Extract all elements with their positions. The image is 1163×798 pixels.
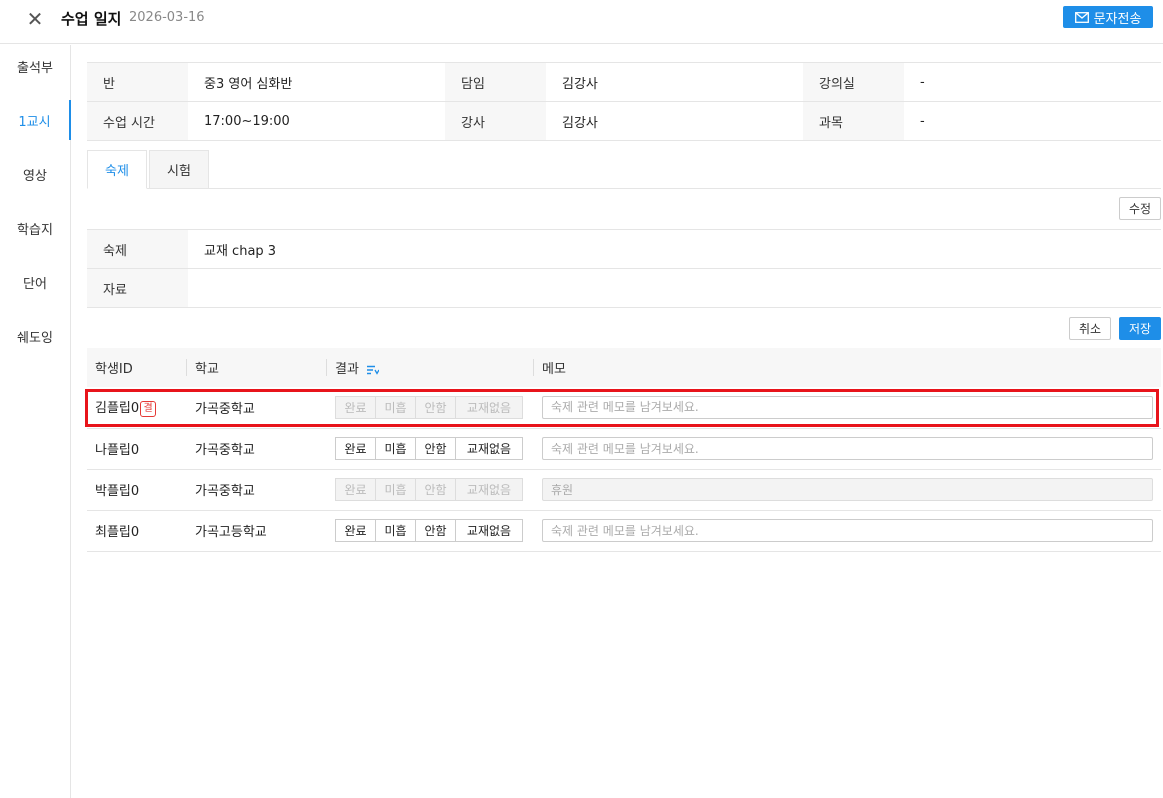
room-label: 강의실 [803, 62, 904, 102]
col-header-memo: 메모 [534, 348, 1161, 387]
col-header-school: 학교 [187, 348, 327, 387]
class-info-table: 반 중3 영어 심화반 담임 김강사 강의실 - 수업 시간 17:00~19:… [87, 62, 1161, 141]
student-id-cell: 김플립0 결 [87, 387, 187, 429]
class-label: 반 [87, 62, 188, 102]
student-id-cell: 박플립0 [87, 469, 187, 511]
room-value: - [904, 62, 1161, 102]
table-row: 나플립0 가곡중학교 완료 미흡 안함 교재없음 [87, 428, 1161, 470]
save-button[interactable]: 저장 [1119, 317, 1161, 340]
table-row: 김플립0 결 가곡중학교 완료 미흡 안함 교재없음 [87, 387, 1161, 429]
result-option-complete[interactable]: 완료 [335, 519, 376, 542]
memo-input[interactable] [542, 437, 1153, 460]
sidebar-item-vocabulary[interactable]: 단어 [0, 262, 70, 302]
sidebar-item-worksheet[interactable]: 학습지 [0, 208, 70, 248]
mail-icon [1074, 11, 1089, 23]
table-row: 최플립0 가곡고등학교 완료 미흡 안함 교재없음 [87, 510, 1161, 552]
result-option-no-textbook[interactable]: 교재없음 [455, 437, 523, 460]
student-name: 박플립0 [95, 484, 140, 499]
result-option-insufficient: 미흡 [375, 478, 416, 501]
close-icon[interactable]: ✕ [24, 8, 46, 30]
table-header-row: 학생ID 학교 결과 메모 [87, 348, 1161, 387]
memo-cell [534, 469, 1161, 511]
time-value: 17:00~19:00 [188, 101, 445, 141]
col-header-result[interactable]: 결과 [327, 348, 534, 387]
result-option-insufficient[interactable]: 미흡 [375, 437, 416, 460]
result-option-not-done[interactable]: 안함 [415, 519, 456, 542]
header: ✕ 수업 일지 2026-03-16 문자전송 [0, 0, 1163, 44]
col-header-student-id: 학생ID [87, 348, 187, 387]
result-cell: 완료 미흡 안함 교재없음 [327, 469, 534, 511]
teacher-label: 강사 [445, 101, 546, 141]
table-row: 박플립0 가곡중학교 완료 미흡 안함 교재없음 [87, 469, 1161, 511]
tab-bar: 숙제 시험 [87, 150, 1161, 189]
subject-label: 과목 [803, 101, 904, 141]
homework-row: 숙제 교재 chap 3 [87, 229, 1161, 269]
memo-cell [534, 510, 1161, 552]
result-option-no-textbook[interactable]: 교재없음 [455, 519, 523, 542]
student-name: 최플립0 [95, 525, 140, 540]
sidebar-item-shadowing[interactable]: 쉐도잉 [0, 316, 70, 356]
time-label: 수업 시간 [87, 101, 188, 141]
result-option-not-done[interactable]: 안함 [415, 437, 456, 460]
subject-value: - [904, 101, 1161, 141]
student-id-cell: 최플립0 [87, 510, 187, 552]
edit-button[interactable]: 수정 [1119, 197, 1161, 220]
class-info-row: 수업 시간 17:00~19:00 강사 김강사 과목 - [87, 101, 1161, 141]
result-segmented-control: 완료 미흡 안함 교재없음 [335, 395, 523, 419]
memo-input[interactable] [542, 519, 1153, 542]
material-label: 자료 [87, 268, 188, 308]
result-option-no-textbook: 교재없음 [455, 478, 523, 501]
cancel-button[interactable]: 취소 [1069, 317, 1111, 340]
class-info-row: 반 중3 영어 심화반 담임 김강사 강의실 - [87, 62, 1161, 102]
result-option-not-done: 안함 [415, 395, 456, 419]
result-option-complete: 완료 [335, 395, 376, 419]
result-option-insufficient: 미흡 [375, 395, 416, 419]
homeroom-value: 김강사 [546, 62, 803, 102]
absent-badge: 결 [140, 401, 157, 418]
material-row: 자료 [87, 268, 1161, 308]
school-cell: 가곡중학교 [187, 387, 327, 429]
sidebar: 출석부 1교시 영상 학습지 단어 쉐도잉 [0, 45, 71, 798]
student-name: 나플립0 [95, 443, 140, 458]
result-segmented-control: 완료 미흡 안함 교재없음 [335, 519, 523, 542]
sms-send-button[interactable]: 문자전송 [1063, 6, 1153, 28]
sms-send-label: 문자전송 [1093, 11, 1142, 27]
homeroom-label: 담임 [445, 62, 546, 102]
sidebar-item-video[interactable]: 영상 [0, 154, 70, 194]
memo-cell [534, 387, 1161, 429]
memo-input[interactable] [542, 395, 1153, 419]
result-segmented-control: 완료 미흡 안함 교재없음 [335, 437, 523, 460]
teacher-value: 김강사 [546, 101, 803, 141]
result-cell: 완료 미흡 안함 교재없음 [327, 428, 534, 470]
result-option-insufficient[interactable]: 미흡 [375, 519, 416, 542]
col-header-result-label: 결과 [335, 362, 359, 377]
sidebar-item-attendance[interactable]: 출석부 [0, 46, 70, 86]
memo-cell [534, 428, 1161, 470]
result-cell: 완료 미흡 안함 교재없음 [327, 510, 534, 552]
result-option-complete[interactable]: 완료 [335, 437, 376, 460]
school-cell: 가곡중학교 [187, 469, 327, 511]
student-name: 김플립0 [95, 401, 140, 417]
class-value: 중3 영어 심화반 [188, 62, 445, 102]
page-date: 2026-03-16 [129, 10, 205, 25]
student-id-cell: 나플립0 [87, 428, 187, 470]
sidebar-item-period-1[interactable]: 1교시 [0, 100, 71, 140]
student-table: 학생ID 학교 결과 메모 김플립0결 가곡중학교 완료 미흡 안함 교재없음 [87, 348, 1161, 552]
tab-exam[interactable]: 시험 [149, 150, 209, 189]
result-segmented-control: 완료 미흡 안함 교재없음 [335, 478, 523, 501]
homework-label: 숙제 [87, 229, 188, 269]
page-title: 수업 일지 [61, 10, 122, 28]
result-option-no-textbook: 교재없음 [455, 395, 523, 419]
material-value [188, 268, 1161, 308]
school-cell: 가곡중학교 [187, 428, 327, 470]
result-cell: 완료 미흡 안함 교재없음 [327, 387, 534, 429]
homework-value: 교재 chap 3 [188, 229, 1161, 269]
result-option-not-done: 안함 [415, 478, 456, 501]
homework-table: 숙제 교재 chap 3 자료 [87, 229, 1161, 308]
sort-icon[interactable] [367, 365, 380, 375]
tab-homework[interactable]: 숙제 [87, 150, 147, 189]
school-cell: 가곡고등학교 [187, 510, 327, 552]
result-option-complete: 완료 [335, 478, 376, 501]
memo-input [542, 478, 1153, 501]
